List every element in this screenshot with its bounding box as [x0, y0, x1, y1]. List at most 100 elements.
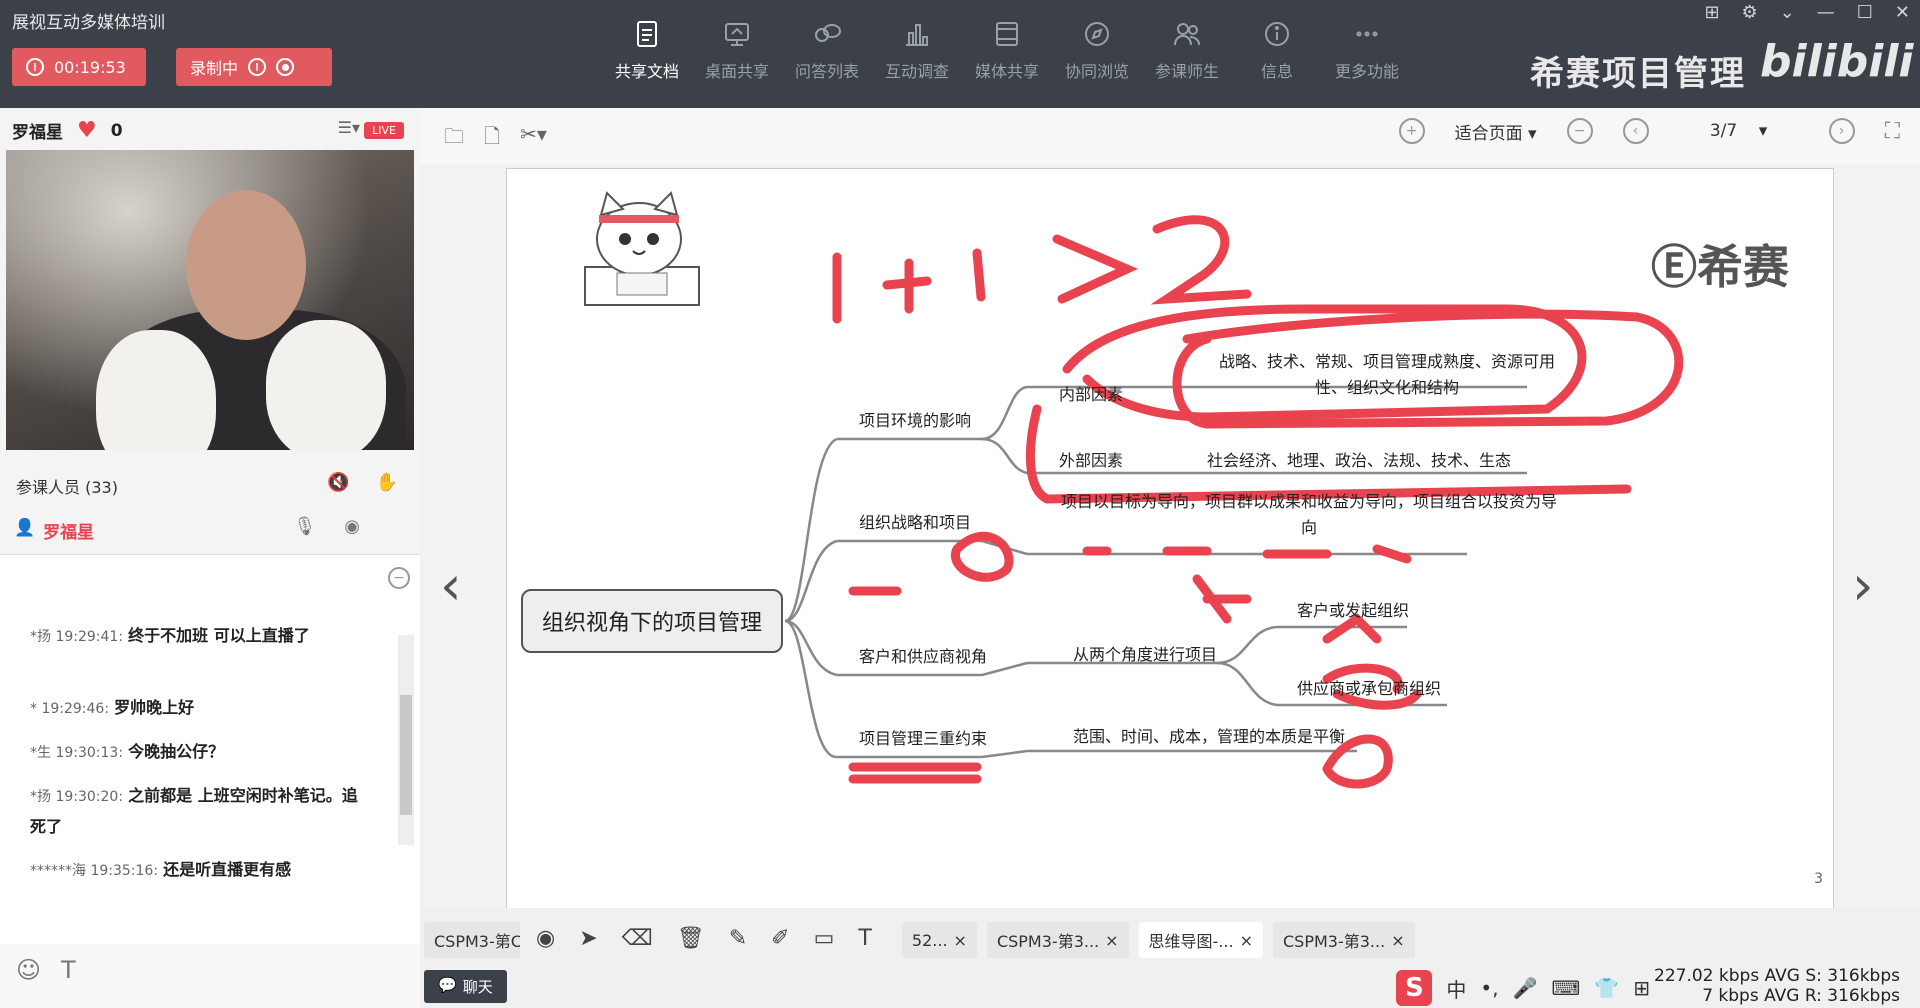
slide-next-arrow[interactable]: › [1852, 554, 1874, 617]
clear-icon[interactable]: 🗑 [677, 926, 705, 951]
doc-tab-active[interactable]: 思维导图-... × [1138, 922, 1263, 958]
chat-bubble-icon: 💬 [438, 976, 457, 994]
punctuation-icon[interactable]: •, [1480, 976, 1498, 1000]
zoom-select[interactable]: 适合页面 ▾ [1455, 119, 1537, 144]
scroll-thumb[interactable] [400, 695, 412, 815]
mute-all-icon[interactable]: 🔇 [327, 472, 349, 493]
branch-external[interactable]: 外部因素 [1059, 447, 1123, 471]
stop-recording-icon[interactable] [276, 58, 295, 76]
pen-icon[interactable]: ✎ [729, 926, 747, 951]
grid-icon[interactable]: ⊞ [1704, 2, 1719, 23]
sogou-ime-icon[interactable]: S [1396, 970, 1433, 1006]
doc-tab[interactable]: CSPM3-第3... × [1273, 922, 1415, 958]
brand-text: 希赛项目管理 [1530, 54, 1746, 94]
branch-external-detail[interactable]: 社会经济、地理、政治、法规、技术、生态 [1207, 447, 1511, 471]
tool-media-share[interactable]: 媒体共享 [962, 18, 1052, 90]
timer-button[interactable]: ‖ 00:19:53 [12, 48, 146, 86]
branch-customer-detail[interactable]: 从两个角度进行项目 [1073, 641, 1217, 665]
tool-share-doc[interactable]: 共享文档 [602, 18, 692, 90]
branch-internal-detail[interactable]: 战略、技术、常规、项目管理成熟度、资源可用性、组织文化和结构 [1207, 349, 1567, 401]
close-tab-icon[interactable]: × [1391, 931, 1404, 950]
participants-label: 参课人员 (33) [16, 478, 118, 497]
cat-plush-right [266, 320, 386, 450]
chat-scrollbar[interactable] [398, 635, 414, 845]
host-row: 罗福星 ♥ 0 [12, 118, 123, 143]
doc-toolbar: 🗀 🗋 ✂▾ + 适合页面 ▾ − ‹ 3/7 ▾ › ⛶ [420, 108, 1920, 164]
branch-customer[interactable]: 客户和供应商视角 [859, 643, 987, 667]
doc-tab[interactable]: CSPM3-第C [424, 922, 532, 958]
emoji-icon[interactable]: ☺ [16, 956, 41, 996]
recording-button[interactable]: 录制中 ‖ [176, 48, 332, 86]
folder-icon[interactable]: 🗀 [444, 122, 464, 156]
close-tab-icon[interactable]: × [1240, 931, 1253, 950]
skin-icon[interactable]: 👕 [1594, 976, 1619, 1000]
ime-grid-icon[interactable]: ⊞ [1633, 976, 1650, 1000]
minimize-icon[interactable]: — [1817, 2, 1835, 23]
zoom-in-icon[interactable]: + [1398, 118, 1425, 144]
settings-icon[interactable]: ⚙ [1742, 2, 1758, 23]
pointer-icon[interactable]: ➤ [579, 926, 597, 951]
collapse-icon[interactable]: − [388, 567, 410, 589]
document-icon [631, 18, 663, 50]
tool-qa-list[interactable]: 问答列表 [782, 18, 872, 90]
doc-view-controls: + 适合页面 ▾ − ‹ 3/7 ▾ › ⛶ [1398, 118, 1920, 144]
tool-info[interactable]: 信息 [1232, 18, 1322, 90]
prev-page-icon[interactable]: ‹ [1622, 118, 1649, 144]
host-name: 罗福星 [12, 123, 63, 143]
eraser-icon[interactable]: ⌫ [622, 926, 653, 951]
close-tab-icon[interactable]: × [954, 931, 967, 950]
branch-internal[interactable]: 内部因素 [1059, 381, 1123, 405]
chat-message: *生 19:30:13: 今晚抽公仔？ [30, 742, 225, 761]
record-dot-icon[interactable]: ◉ [536, 926, 555, 951]
camera-icon[interactable]: ◉ [344, 516, 360, 537]
tool-desktop-share[interactable]: 桌面共享 [692, 18, 782, 90]
microphone-icon[interactable]: 🎙 [293, 516, 316, 537]
hand-icon[interactable]: ✋ [376, 472, 398, 493]
close-tab-icon[interactable]: × [1105, 931, 1118, 950]
branch-strategy[interactable]: 组织战略和项目 [859, 509, 971, 533]
branch-strategy-detail[interactable]: 项目以目标为导向，项目群以成果和收益为导向，项目组合以投资为导向 [1059, 489, 1559, 541]
media-share-icon [991, 18, 1023, 50]
marker-icon[interactable]: ✐ [771, 926, 789, 951]
close-icon[interactable]: ✕ [1895, 2, 1910, 23]
file-icon[interactable]: 🗋 [484, 122, 500, 156]
window-controls: ⊞ ⚙ ⌄ — ☐ ✕ [1704, 2, 1910, 23]
branch-supplier-org[interactable]: 供应商或承包商组织 [1297, 675, 1441, 699]
pause-recording-icon[interactable]: ‖ [248, 58, 267, 76]
info-icon [1261, 18, 1293, 50]
tool-survey[interactable]: 互动调查 [872, 18, 962, 90]
slide-prev-arrow[interactable]: ‹ [440, 554, 462, 617]
tool-participants[interactable]: 参课师生 [1142, 18, 1232, 90]
branch-customer-org[interactable]: 客户或发起组织 [1297, 597, 1409, 621]
page-indicator[interactable]: 3/7 ▾ [1679, 121, 1799, 141]
mindmap-center-node[interactable]: 组织视角下的项目管理 [521, 589, 783, 653]
doc-tab[interactable]: 52... × [901, 922, 977, 958]
top-bar: 展视互动多媒体培训 ⊞ ⚙ ⌄ — ☐ ✕ ‖ 00:19:53 录制中 ‖ 共… [0, 0, 1920, 108]
chevron-down-icon[interactable]: ⌄ [1780, 2, 1795, 23]
rectangle-icon[interactable]: ▭ [814, 926, 835, 951]
text-format-icon[interactable]: T [61, 956, 76, 996]
ime-toolbar: S 中 •, 🎤 ⌨ 👕 ⊞ [1396, 970, 1650, 1006]
tool-more[interactable]: 更多功能 [1322, 18, 1412, 90]
host-video [6, 150, 414, 450]
chat-tab-button[interactable]: 💬 聊天 [424, 970, 507, 1003]
next-page-icon[interactable]: › [1828, 118, 1855, 144]
fullscreen-icon[interactable]: ⛶ [1885, 119, 1900, 144]
person-face [186, 190, 306, 340]
left-panel: 罗福星 ♥ 0 ☰▾ LIVE 参课人员 (33) 🔇 ✋ 👤 罗福星 🎙 ◉ … [0, 108, 420, 1008]
text-tool-icon[interactable]: T [858, 926, 871, 951]
branch-env[interactable]: 项目环境的影响 [859, 407, 971, 431]
scissors-icon[interactable]: ✂▾ [520, 122, 547, 156]
menu-icon[interactable]: ☰▾ [338, 118, 360, 137]
heart-icon[interactable]: ♥ [77, 118, 97, 143]
tool-co-browse[interactable]: 协同浏览 [1052, 18, 1142, 90]
ime-mic-icon[interactable]: 🎤 [1513, 976, 1538, 1000]
branch-constraint-detail[interactable]: 范围、时间、成本，管理的本质是平衡 [1073, 723, 1345, 747]
doc-tab[interactable]: CSPM3-第3... × [986, 922, 1129, 958]
ime-mode[interactable]: 中 [1446, 974, 1466, 1003]
maximize-icon[interactable]: ☐ [1857, 2, 1873, 23]
branch-constraint[interactable]: 项目管理三重约束 [859, 725, 987, 749]
zoom-out-icon[interactable]: − [1566, 118, 1593, 144]
keyboard-icon[interactable]: ⌨ [1551, 976, 1580, 1000]
like-count: 0 [110, 120, 123, 141]
